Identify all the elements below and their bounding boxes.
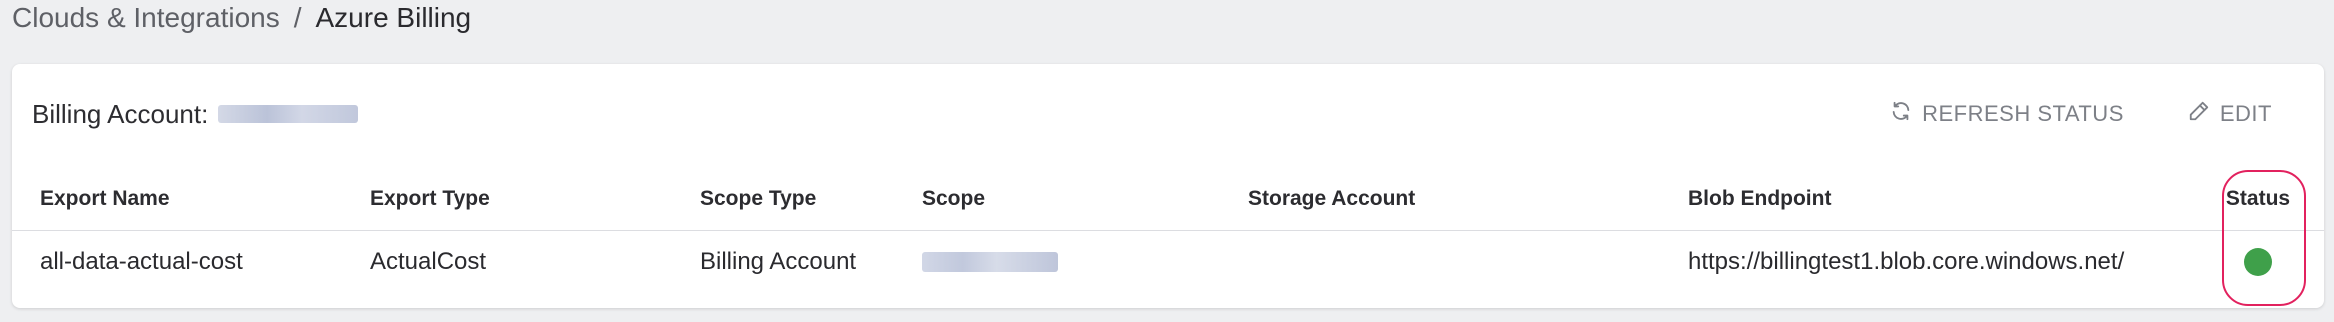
breadcrumb-separator: / (293, 2, 302, 33)
breadcrumb: Clouds & Integrations / Azure Billing (12, 0, 471, 36)
cell-scope (922, 231, 1058, 293)
card-actions: REFRESH STATUS EDIT (1890, 94, 2324, 134)
pencil-icon (2188, 100, 2220, 128)
exports-table: Export Name Export Type Scope Type Scope… (12, 168, 2324, 293)
table-header-row: Export Name Export Type Scope Type Scope… (12, 168, 2324, 231)
breadcrumb-link-clouds-integrations[interactable]: Clouds & Integrations (12, 2, 280, 34)
page-title: Azure Billing (315, 2, 472, 33)
cell-export-type: ActualCost (370, 248, 487, 275)
column-header-status: Status (2225, 187, 2291, 210)
billing-account-card: Billing Account: REFRESH STATUS EDIT Exp… (12, 64, 2324, 308)
column-header-scope: Scope (922, 187, 986, 210)
column-header-storage-account: Storage Account (1248, 187, 1416, 210)
billing-account-value-redacted (218, 105, 359, 123)
edit-button[interactable]: EDIT (2188, 100, 2272, 128)
status-ok-indicator (2244, 248, 2272, 276)
scope-value-redacted (922, 252, 1058, 272)
column-header-blob-endpoint: Blob Endpoint (1688, 187, 1832, 210)
refresh-status-label: REFRESH STATUS (1922, 101, 2124, 126)
billing-account-header: Billing Account: (32, 94, 359, 134)
cell-scope-type: Billing Account (700, 248, 857, 275)
edit-label: EDIT (2219, 101, 2272, 126)
refresh-icon (1890, 100, 1922, 128)
cell-status (2224, 231, 2292, 293)
refresh-status-button[interactable]: REFRESH STATUS (1890, 100, 2124, 128)
billing-account-label: Billing Account: (32, 98, 209, 129)
column-header-export-name: Export Name (40, 187, 170, 210)
column-header-scope-type: Scope Type (700, 187, 817, 210)
cell-export-name: all-data-actual-cost (40, 248, 243, 275)
table-row: all-data-actual-cost ActualCost Billing … (12, 231, 2324, 293)
cell-blob-endpoint: https://billingtest1.blob.core.windows.n… (1688, 248, 2125, 275)
column-header-export-type: Export Type (370, 187, 490, 210)
